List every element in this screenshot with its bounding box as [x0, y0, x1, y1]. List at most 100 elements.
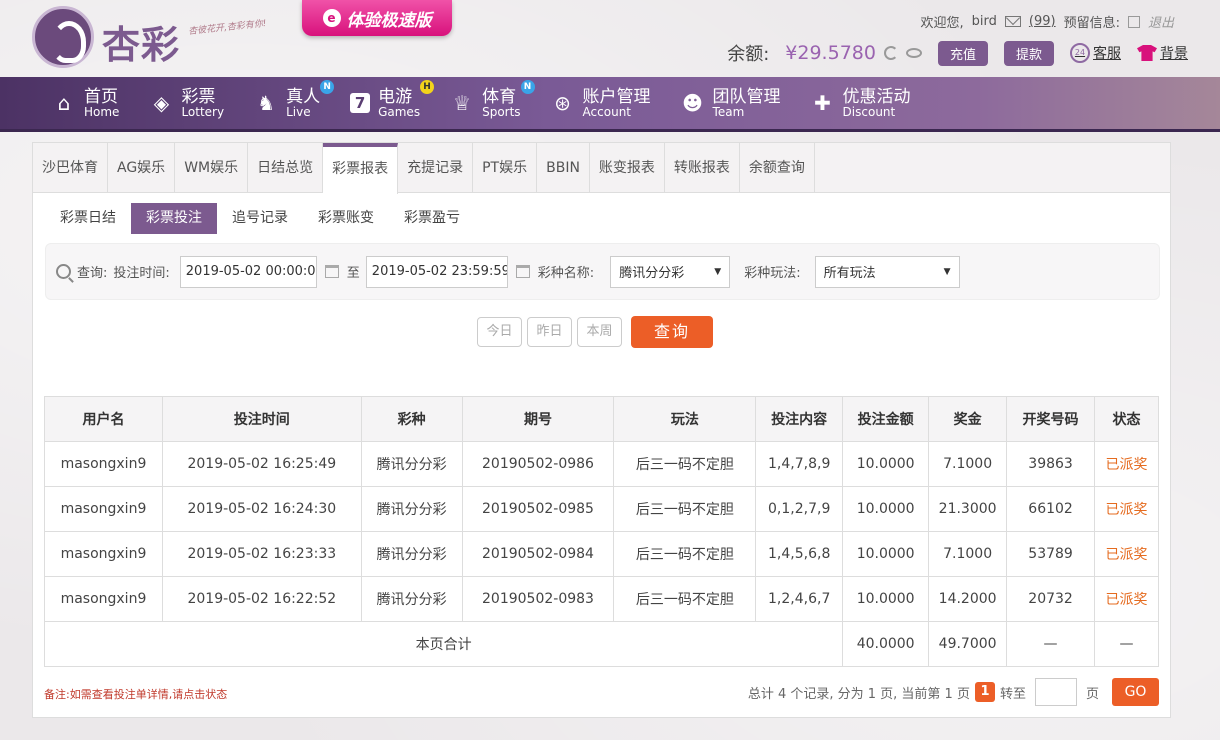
hot-badge: H — [420, 79, 435, 94]
nav-home[interactable]: ⌂ 首页 Home — [52, 88, 120, 119]
nav-account[interactable]: ⊛ 账户管理 Account — [551, 88, 650, 119]
nav-games[interactable]: 7 电游 Games H — [350, 79, 435, 119]
cell-bet-time: 2019-05-02 16:25:49 — [161, 441, 362, 487]
goto-page-input[interactable] — [1034, 678, 1077, 706]
tab-balance-query[interactable]: 余额查询 — [740, 143, 815, 193]
tab-lottery-report[interactable]: 彩票报表 — [323, 143, 399, 194]
go-button[interactable]: GO — [1112, 678, 1159, 706]
status-link[interactable]: 已派奖 — [1094, 531, 1159, 577]
total-prize: 49.7000 — [928, 621, 1008, 667]
col-bet-content: 投注内容 — [755, 396, 844, 442]
tab-pt[interactable]: PT娱乐 — [473, 143, 538, 193]
subtab-lottery-profit[interactable]: 彩票盈亏 — [389, 203, 475, 234]
tab-bbin[interactable]: BBIN — [537, 143, 590, 193]
cell-play: 后三一码不定胆 — [613, 576, 757, 622]
yesterday-button[interactable]: 昨日 — [527, 317, 572, 347]
tab-transfer-report[interactable]: 转账报表 — [665, 143, 740, 193]
gift-icon: ✚ — [814, 91, 831, 115]
lottery-icon: ◈ — [153, 91, 170, 115]
search-button[interactable]: 查询 — [631, 316, 713, 348]
nav-sports[interactable]: ♕ 体育 Sports N — [450, 79, 535, 119]
calendar-icon[interactable] — [324, 265, 339, 278]
cell-issue: 20190502-0986 — [461, 441, 615, 487]
page-total-label: 本页合计 — [43, 621, 844, 667]
tab-saba-sports[interactable]: 沙巴体育 — [33, 143, 108, 193]
nav-live-cn: 真人 — [286, 86, 321, 107]
tab-wm[interactable]: WM娱乐 — [175, 143, 249, 193]
play-type-select[interactable]: 所有玩法 ▼ — [814, 255, 960, 288]
nav-lottery[interactable]: ◈ 彩票 Lottery — [149, 88, 224, 119]
lottery-select[interactable]: 腾讯分分彩 ▼ — [610, 255, 731, 288]
tab-ag[interactable]: AG娱乐 — [108, 143, 176, 193]
col-prize: 奖金 — [928, 396, 1008, 442]
cell-draw-numbers: 66102 — [1006, 486, 1096, 532]
cell-lottery: 腾讯分分彩 — [360, 531, 463, 577]
status-link[interactable]: 已派奖 — [1094, 576, 1159, 622]
start-date-input[interactable] — [179, 255, 317, 288]
table-row: masongxin9 2019-05-02 16:25:49 腾讯分分彩 201… — [44, 441, 1159, 487]
trophy-icon: ♕ — [453, 91, 472, 115]
table-row: masongxin9 2019-05-02 16:22:52 腾讯分分彩 201… — [44, 576, 1159, 622]
query-buttons: 今日 昨日 本周 查询 — [477, 316, 713, 348]
team-icon: ☻ — [682, 91, 703, 115]
hide-eye-icon[interactable] — [905, 48, 922, 58]
nav-team[interactable]: ☻ 团队管理 Team — [681, 88, 780, 119]
status-link[interactable]: 已派奖 — [1094, 486, 1159, 532]
goto-label: 转至 — [999, 686, 1026, 702]
cell-issue: 20190502-0984 — [461, 531, 615, 577]
cell-draw-numbers: 39863 — [1006, 441, 1096, 487]
play-type-select-value: 所有玩法 — [823, 266, 876, 281]
tab-deposit-withdraw[interactable]: 充提记录 — [398, 143, 474, 193]
speed-version-button[interactable]: e 体验极速版 — [302, 0, 452, 36]
query-label: 查询: — [77, 266, 108, 281]
col-draw-numbers: 开奖号码 — [1006, 396, 1096, 442]
subtab-lottery-daily[interactable]: 彩票日结 — [45, 203, 131, 234]
support-link[interactable]: 24 客服 — [1070, 43, 1121, 63]
end-date-input[interactable] — [365, 255, 508, 288]
speed-version-label: 体验极速版 — [346, 10, 432, 31]
report-tabs: 沙巴体育 AG娱乐 WM娱乐 日结总览 彩票报表 充提记录 PT娱乐 BBIN … — [33, 143, 1170, 194]
subtab-lottery-account-change[interactable]: 彩票账变 — [303, 203, 389, 234]
user-info-bar: 欢迎您, bird (99) 预留信息: 退出 — [921, 12, 1174, 31]
nav-lottery-cn: 彩票 — [181, 86, 216, 107]
cell-draw-numbers: 20732 — [1006, 576, 1096, 622]
nav-live[interactable]: ♞ 真人 Live N — [254, 79, 335, 119]
logo[interactable]: 杏彩 杏彼花开,杏彩有你! — [32, 6, 282, 70]
col-play: 玩法 — [613, 396, 757, 442]
nav-account-en: Account — [582, 104, 631, 119]
table-header-row: 用户名 投注时间 彩种 期号 玩法 投注内容 投注金额 奖金 开奖号码 状态 — [44, 396, 1159, 442]
withdraw-button[interactable]: 提款 — [1003, 40, 1054, 66]
tab-daily-overview[interactable]: 日结总览 — [248, 143, 324, 193]
cell-prize: 14.2000 — [928, 576, 1008, 622]
cell-prize: 21.3000 — [928, 486, 1008, 532]
subtab-chase-records[interactable]: 追号记录 — [217, 203, 303, 234]
pager-summary: 总计 4 个记录, 分为 1 页, 当前第 1 页 — [747, 686, 970, 702]
chevron-down-icon: ▼ — [714, 266, 722, 277]
cell-bet-content: 0,1,2,7,9 — [755, 486, 844, 532]
balance-value: ¥29.5780 — [785, 42, 876, 64]
subtab-lottery-bets[interactable]: 彩票投注 — [131, 203, 217, 234]
table-row: masongxin9 2019-05-02 16:23:33 腾讯分分彩 201… — [44, 531, 1159, 577]
edit-icon[interactable] — [1127, 15, 1140, 28]
logout-link[interactable]: 退出 — [1148, 12, 1174, 31]
nav-games-en: Games — [378, 104, 421, 119]
this-week-button[interactable]: 本周 — [577, 317, 622, 347]
balance-bar: 余额: ¥29.5780 充值 提款 24 客服 背景 — [727, 40, 1188, 66]
mail-count[interactable]: (99) — [1029, 14, 1056, 29]
status-link[interactable]: 已派奖 — [1094, 441, 1159, 487]
tab-account-change[interactable]: 账变报表 — [590, 143, 665, 193]
calendar-icon[interactable] — [515, 265, 530, 278]
background-link[interactable]: 背景 — [1137, 43, 1188, 63]
nav-discount[interactable]: ✚ 优惠活动 Discount — [811, 88, 910, 119]
current-page[interactable]: 1 — [974, 682, 995, 702]
today-button[interactable]: 今日 — [477, 317, 522, 347]
reserve-info-label: 预留信息: — [1063, 16, 1120, 31]
refresh-icon[interactable] — [883, 46, 898, 60]
sub-tabs: 彩票日结 彩票投注 追号记录 彩票账变 彩票盈亏 — [45, 203, 475, 234]
cell-play: 后三一码不定胆 — [613, 531, 757, 577]
deposit-button[interactable]: 充值 — [937, 40, 988, 66]
nav-live-en: Live — [286, 104, 311, 119]
mail-icon[interactable] — [1004, 16, 1021, 27]
cell-draw-numbers: 53789 — [1006, 531, 1096, 577]
cell-username: masongxin9 — [44, 576, 163, 622]
